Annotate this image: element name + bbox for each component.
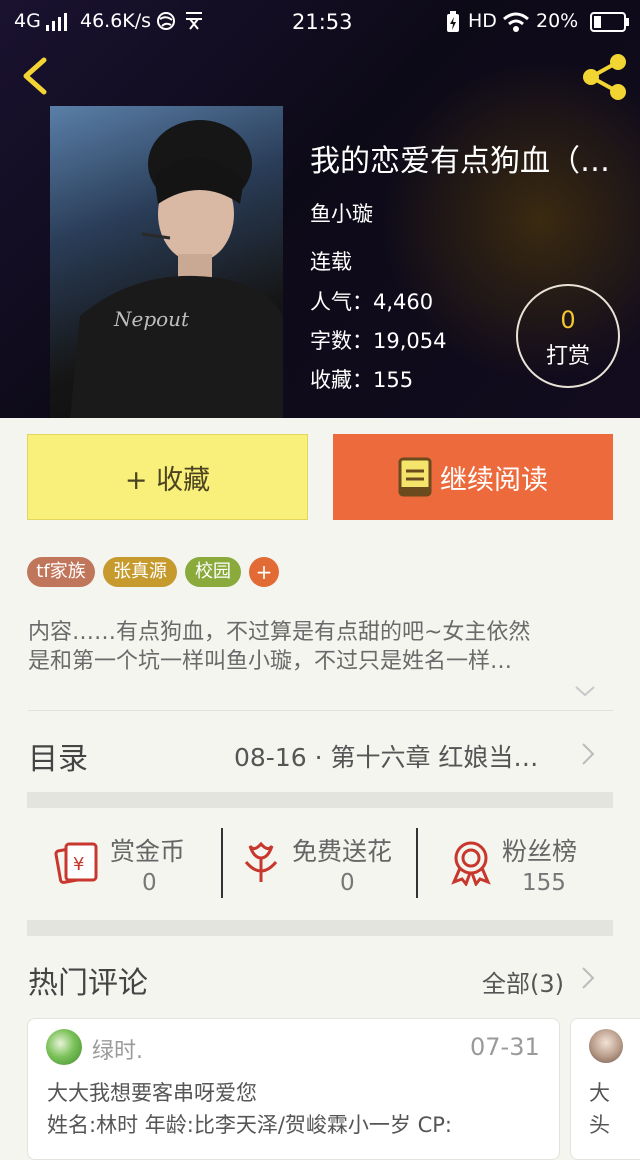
- description-line-1: 内容……有点狗血，不过算是有点甜的吧~女主依然: [28, 620, 531, 645]
- fan-ranking-stat[interactable]: 粉丝榜 155: [450, 826, 600, 900]
- signal-icon: [46, 13, 67, 31]
- favorites-label: 收藏：: [310, 368, 373, 392]
- comment-card[interactable]: 大 头: [570, 1018, 640, 1160]
- tag-zhang-zhenyuan[interactable]: 张真源: [103, 557, 177, 587]
- continue-reading-label: 继续阅读: [440, 464, 548, 496]
- battery-icon: [590, 12, 629, 32]
- svg-text:¥: ¥: [73, 854, 84, 875]
- cover-illustration: Nepout: [70, 120, 283, 418]
- expand-chevron-icon[interactable]: [574, 684, 596, 698]
- add-tag-button[interactable]: +: [249, 557, 279, 587]
- popularity-value: 4,460: [373, 290, 434, 314]
- charging-icon: [447, 11, 459, 32]
- comment-text-line-1: 大: [589, 1081, 610, 1105]
- comment-card[interactable]: 绿时. 07-31 大大我想要客串呀爱您 姓名:林时 年龄:比李天泽/贺峻霖小一…: [27, 1018, 560, 1160]
- stat-separator: [221, 828, 223, 898]
- sim-icon: [186, 12, 202, 30]
- divider: [28, 710, 613, 711]
- share-icon[interactable]: [580, 52, 630, 102]
- toc-chevron-right-icon[interactable]: [580, 742, 596, 766]
- network-speed: 46.6K/s: [80, 10, 152, 32]
- coin-reward-stat[interactable]: ¥ 赏金币 0: [54, 826, 214, 900]
- word-count-stat: 字数：19,054: [310, 325, 446, 355]
- continue-reading-button[interactable]: 继续阅读: [333, 434, 613, 520]
- book-icon: [398, 457, 432, 497]
- book-status: 连载: [310, 250, 352, 274]
- status-bar: 4G 46.6K/s 21:53 HD 20%: [0, 0, 640, 44]
- description-line-2: 是和第一个坑一样叫鱼小璇，不过只是姓名一样…: [28, 649, 513, 674]
- tag-tf-family[interactable]: tf家族: [27, 557, 95, 587]
- words-label: 字数：: [310, 329, 373, 353]
- add-to-favorites-button[interactable]: + 收藏: [27, 434, 308, 520]
- globe-icon: [157, 12, 175, 30]
- comments-chevron-right-icon[interactable]: [580, 966, 596, 990]
- back-arrow-icon[interactable]: [16, 56, 56, 96]
- reward-button[interactable]: 0 打赏: [516, 284, 620, 388]
- hot-comments-title: 热门评论: [28, 966, 148, 1001]
- words-value: 19,054: [373, 329, 447, 353]
- avatar[interactable]: [589, 1029, 623, 1063]
- toc-latest-chapter[interactable]: 08-16 · 第十六章 红娘当…: [234, 738, 538, 774]
- free-flower-stat[interactable]: 免费送花 0: [242, 826, 412, 900]
- free-flower-label: 免费送花: [292, 837, 393, 866]
- reward-count: 0: [560, 306, 576, 334]
- stat-separator: [416, 828, 418, 898]
- book-cover-image[interactable]: Nepout: [50, 106, 283, 418]
- avatar[interactable]: [46, 1029, 82, 1065]
- reward-label: 打赏: [545, 344, 590, 369]
- medal-icon: [451, 841, 491, 886]
- popularity-label: 人气：: [310, 290, 373, 314]
- flower-icon: [244, 841, 278, 882]
- free-flower-value: 0: [340, 870, 355, 896]
- popularity-stat: 人气：4,460: [310, 286, 433, 316]
- hd-indicator: HD: [468, 10, 497, 32]
- favorites-value: 155: [373, 368, 414, 392]
- comment-text-line-2: 姓名:林时 年龄:比李天泽/贺峻霖小一岁 CP:: [47, 1113, 452, 1137]
- coin-reward-label: 赏金币: [110, 837, 186, 866]
- toc-title[interactable]: 目录: [28, 734, 88, 778]
- comment-date: 07-31: [470, 1033, 540, 1061]
- book-title: 我的恋爱有点狗血（…: [310, 144, 610, 179]
- comment-text-line-1: 大大我想要客串呀爱您: [47, 1081, 257, 1105]
- tag-campus[interactable]: 校园: [185, 557, 241, 587]
- fan-ranking-value: 155: [522, 870, 566, 896]
- add-to-favorites-label: + 收藏: [124, 464, 211, 496]
- coin-envelope-icon: ¥: [54, 842, 98, 884]
- shirt-text: Nepout: [113, 307, 190, 331]
- network-type: 4G: [14, 10, 41, 32]
- book-description[interactable]: 内容……有点狗血，不过算是有点甜的吧~女主依然 是和第一个坑一样叫鱼小璇，不过只…: [28, 618, 613, 676]
- comment-username[interactable]: 绿时.: [92, 1033, 143, 1065]
- section-separator: [27, 920, 613, 936]
- battery-percent: 20%: [536, 10, 579, 32]
- wifi-icon: [503, 12, 529, 32]
- favorites-stat: 收藏：155: [310, 364, 413, 394]
- section-separator: [27, 792, 613, 808]
- clock: 21:53: [292, 10, 353, 34]
- book-author[interactable]: 鱼小璇: [310, 198, 373, 228]
- fan-ranking-label: 粉丝榜: [502, 837, 578, 866]
- comment-text-line-2: 头: [589, 1113, 610, 1137]
- coin-reward-value: 0: [142, 870, 157, 896]
- all-comments-link[interactable]: 全部(3): [482, 964, 564, 999]
